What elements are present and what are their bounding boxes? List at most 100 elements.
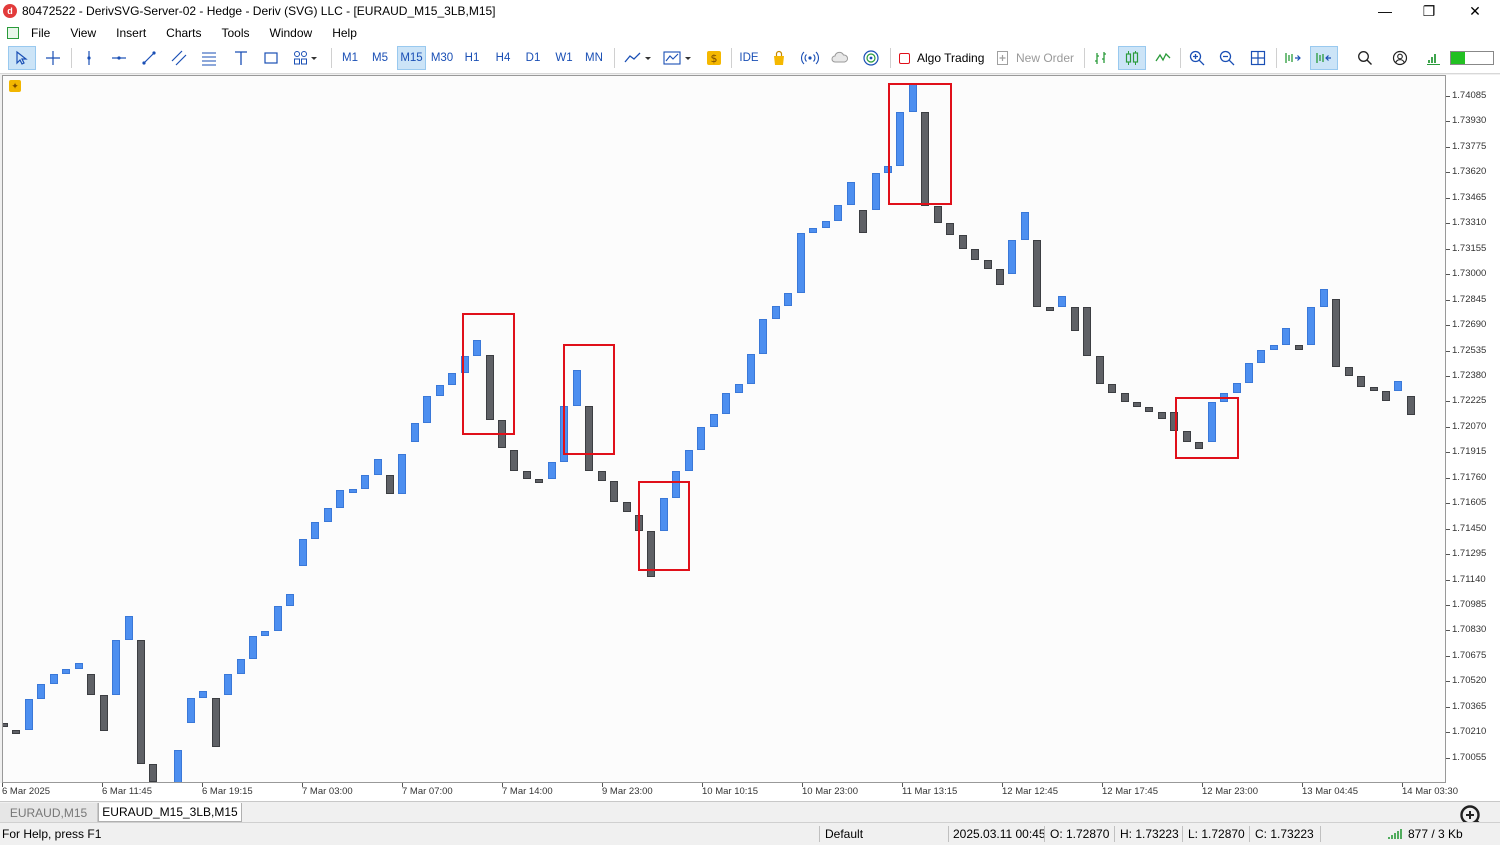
close-button[interactable]: ✕ [1452, 0, 1498, 22]
fibonacci-button[interactable] [196, 46, 222, 70]
time-label: 10 Mar 10:15 [702, 786, 758, 797]
timeframe-m30[interactable]: M30 [428, 46, 456, 70]
status-bar: For Help, press F1 Default 2025.03.11 00… [0, 822, 1500, 845]
time-scale[interactable]: 6 Mar 2025 6 Mar 11:45 6 Mar 19:15 7 Mar 03… [0, 783, 1500, 801]
price-label: 1.70520 [1452, 675, 1487, 687]
window-title: 80472522 - DerivSVG-Server-02 - Hedge - … [22, 4, 496, 18]
chart-tabs: EURAUD,M15 EURAUD_M15_3LB,M15 [0, 801, 1500, 823]
objects-icon [294, 51, 317, 65]
pattern-marker[interactable] [563, 344, 615, 455]
line-chart-button[interactable] [1150, 46, 1176, 70]
bull-brick [174, 750, 183, 782]
trendline-button[interactable] [136, 46, 162, 70]
menu-window[interactable]: Window [260, 26, 323, 40]
bull-brick [697, 427, 706, 450]
chart-window[interactable]: ✦ [2, 75, 1446, 783]
menu-charts[interactable]: Charts [156, 26, 211, 40]
text-tool-button[interactable] [228, 46, 254, 70]
signal-strength-button[interactable] [1422, 46, 1446, 70]
timeframe-w1[interactable]: W1 [550, 46, 578, 70]
bar-chart-button[interactable] [1088, 46, 1114, 70]
connection-strength-fill [1451, 52, 1465, 64]
bear-brick [1381, 390, 1390, 401]
horizontal-line-button[interactable] [106, 46, 132, 70]
bull-brick [410, 422, 419, 442]
minimize-button[interactable]: — [1362, 0, 1408, 22]
candlestick-button[interactable] [1118, 46, 1146, 70]
timeframe-m15[interactable]: M15 [397, 46, 426, 70]
bear-brick [983, 260, 992, 269]
search-button[interactable] [1352, 46, 1378, 70]
zoom-out-button[interactable] [1214, 46, 1240, 70]
status-low: L: 1.72870 [1188, 827, 1245, 841]
status-close: C: 1.73223 [1255, 827, 1314, 841]
ide-button[interactable]: IDE [736, 46, 762, 70]
price-label: 1.73620 [1452, 166, 1487, 178]
menu-help[interactable]: Help [322, 26, 367, 40]
chart-shift-button[interactable] [1310, 46, 1338, 70]
fibonacci-icon [202, 52, 216, 66]
zoom-in-button[interactable] [1184, 46, 1210, 70]
chart-type-button[interactable] [620, 46, 656, 70]
pattern-marker[interactable] [638, 481, 690, 571]
time-label: 12 Mar 12:45 [1002, 786, 1058, 797]
menu-view[interactable]: View [60, 26, 106, 40]
price-label: 1.71915 [1452, 446, 1487, 458]
menu-tools[interactable]: Tools [212, 26, 260, 40]
shapes-button[interactable] [258, 46, 284, 70]
channel-button[interactable] [166, 46, 192, 70]
bear-brick [610, 481, 619, 502]
tab-euraud-m15-3lb[interactable]: EURAUD_M15_3LB,M15 [98, 803, 242, 822]
maximize-button[interactable]: ❐ [1406, 0, 1452, 22]
bull-brick [448, 372, 457, 386]
time-label: 14 Mar 03:30 [1402, 786, 1458, 797]
algo-trading-button[interactable]: Algo Trading [896, 46, 992, 70]
community-button[interactable] [858, 46, 884, 70]
bear-brick [1357, 376, 1366, 387]
bull-brick [311, 522, 320, 539]
timeframe-h4[interactable]: H4 [489, 46, 517, 70]
market-bag-button[interactable] [767, 46, 791, 70]
time-label: 6 Mar 19:15 [202, 786, 253, 797]
timeframe-mn[interactable]: MN [580, 46, 608, 70]
time-label: 13 Mar 04:45 [1302, 786, 1358, 797]
bull-brick [834, 204, 843, 221]
price-tick [1446, 605, 1450, 606]
price-label: 1.73310 [1452, 217, 1487, 229]
traffic-text: 877 / 3 Kb [1408, 827, 1463, 841]
crosshair-tool-button[interactable] [40, 46, 66, 70]
main-toolbar: M1 M5 M15 M30 H1 H4 D1 W1 MN $ IDE Algo … [0, 43, 1500, 74]
new-order-button[interactable]: New Order [996, 46, 1080, 70]
price-tick [1446, 528, 1450, 530]
vps-button[interactable] [827, 46, 853, 70]
price-tick [1446, 299, 1450, 301]
pattern-marker[interactable] [1175, 397, 1239, 460]
timeframe-m5[interactable]: M5 [366, 46, 394, 70]
indicators-button[interactable] [660, 46, 696, 70]
timeframe-m1[interactable]: M1 [336, 46, 364, 70]
profile-name[interactable]: Default [825, 823, 863, 845]
tab-euraud-m15[interactable]: EURAUD,M15 [0, 803, 98, 822]
help-hint: For Help, press F1 [2, 827, 102, 841]
menu-insert[interactable]: Insert [106, 26, 156, 40]
bull-brick [273, 606, 282, 632]
signals-button[interactable] [797, 46, 823, 70]
auto-scroll-button[interactable] [1280, 46, 1306, 70]
price-label: 1.74085 [1452, 90, 1487, 101]
cursor-tool-button[interactable] [8, 46, 36, 70]
bear-brick [859, 210, 868, 234]
tile-windows-button[interactable] [1245, 46, 1271, 70]
vertical-line-button[interactable] [76, 46, 102, 70]
market-button[interactable]: $ [702, 46, 726, 70]
objects-button[interactable] [288, 46, 324, 70]
menu-file[interactable]: File [21, 26, 60, 40]
timeframe-d1[interactable]: D1 [519, 46, 547, 70]
price-tick [1446, 706, 1450, 708]
price-scale[interactable]: 1.74085 1.73930 1.73775 1.73620 1.73465 1.733… [1446, 75, 1500, 783]
pattern-marker[interactable] [888, 83, 952, 206]
account-button[interactable] [1387, 46, 1413, 70]
price-label: 1.71450 [1452, 522, 1487, 534]
pattern-marker[interactable] [462, 312, 515, 436]
status-high: H: 1.73223 [1120, 827, 1179, 841]
timeframe-h1[interactable]: H1 [458, 46, 486, 70]
